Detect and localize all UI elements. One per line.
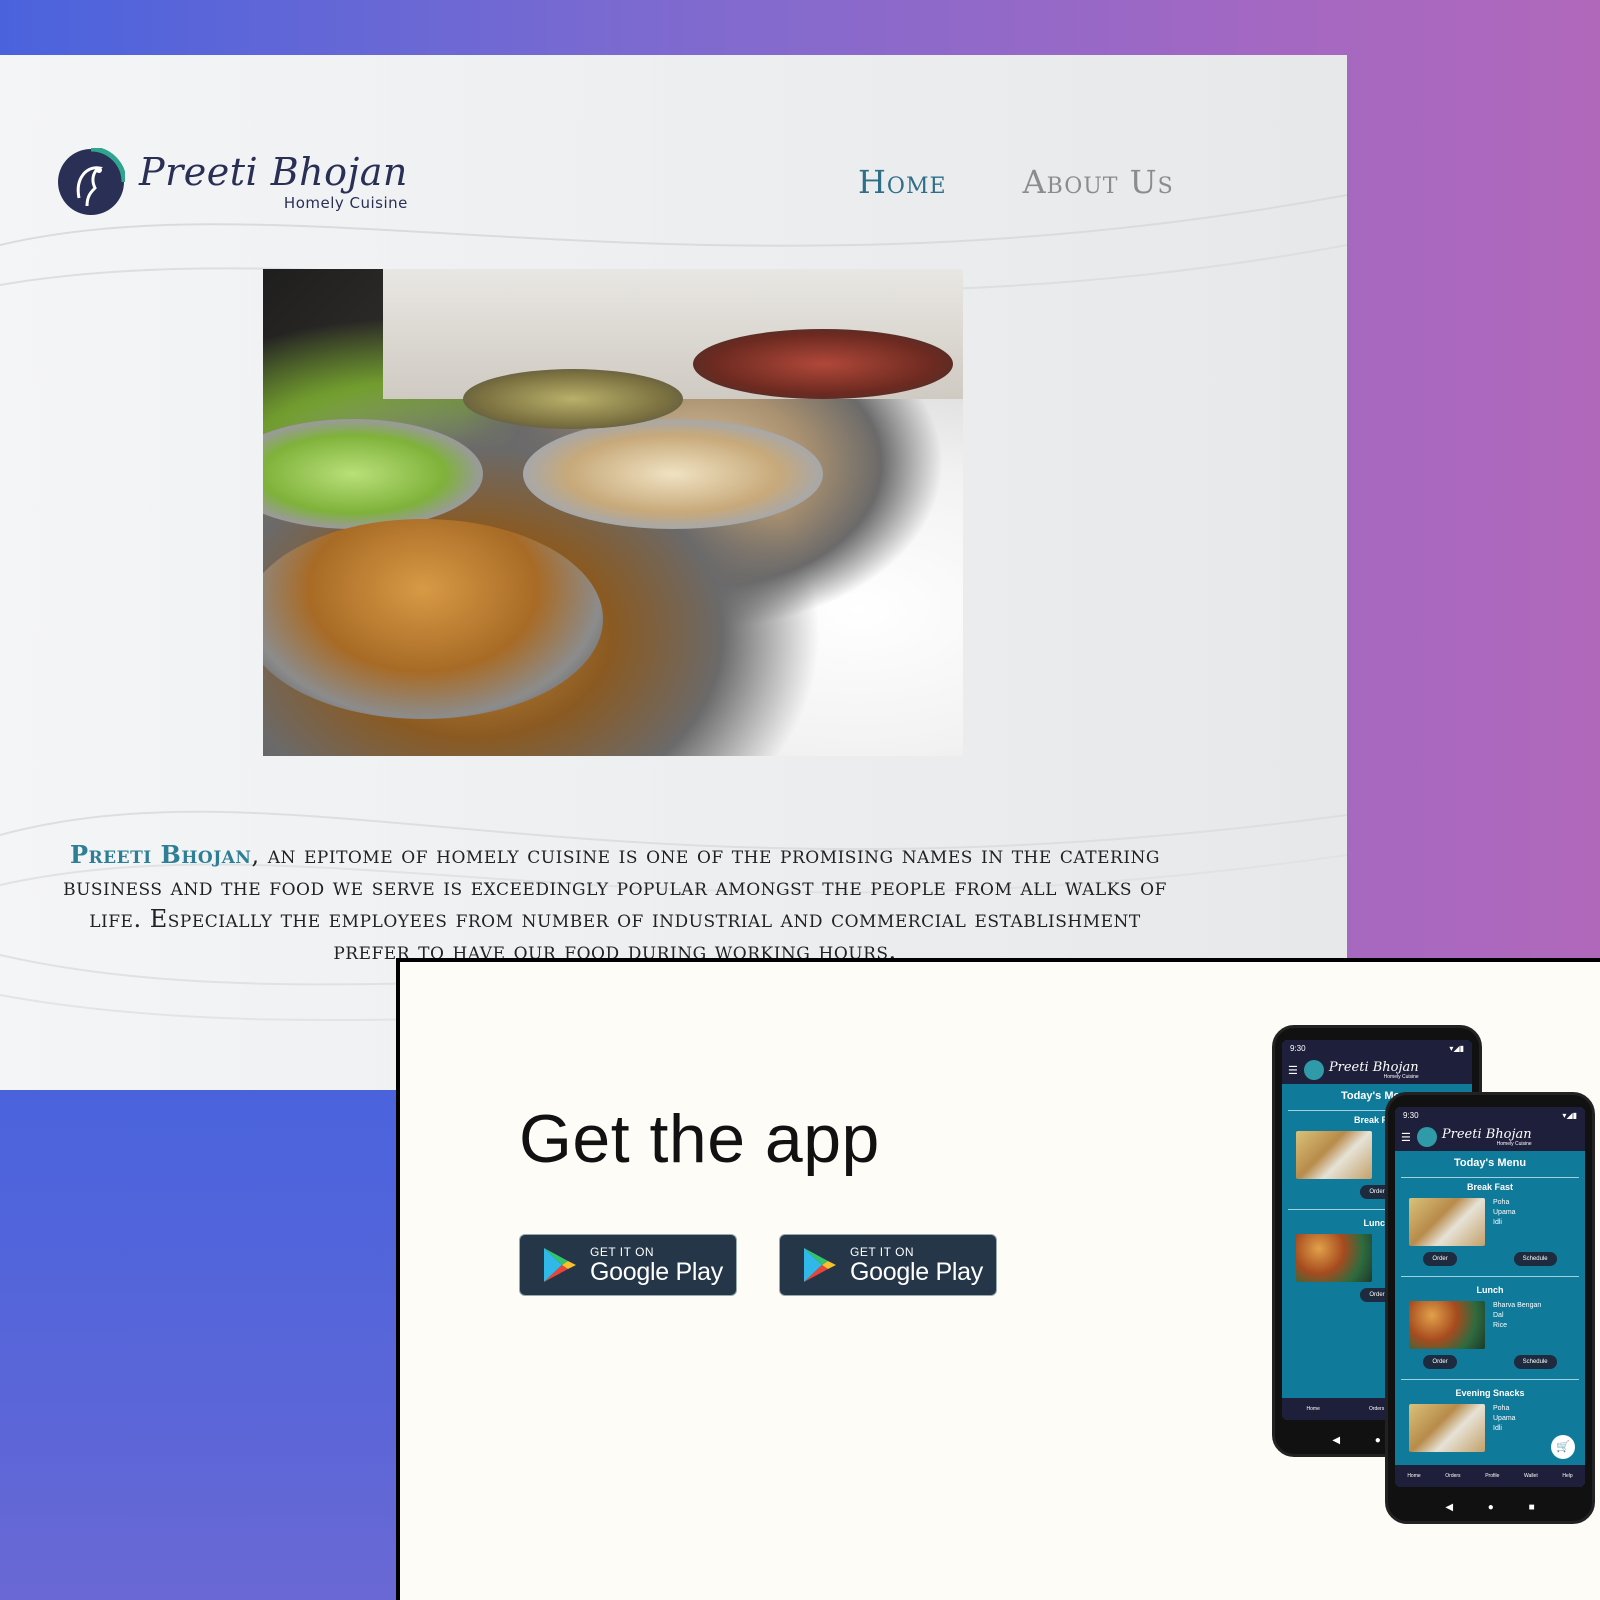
menu-icon: ☰ [1401, 1131, 1411, 1144]
food-thumb [1409, 1404, 1485, 1452]
website-preview: Preeti Bhojan Homely Cuisine Home About … [0, 55, 1347, 1090]
get-app-title: Get the app [519, 1101, 880, 1177]
cart-icon[interactable]: 🛒 [1551, 1435, 1575, 1459]
menu-items: Bharva Bengan Dal Rice [1493, 1302, 1542, 1329]
brand-name: Preeti Bhojan [69, 840, 252, 869]
gp-big-label: Google Play [850, 1258, 983, 1286]
nav-home-tab[interactable]: Home [1307, 1406, 1320, 1412]
nav-about-us[interactable]: About Us [1023, 163, 1174, 201]
menu-icon: ☰ [1288, 1064, 1298, 1077]
nav-home[interactable]: Home [858, 163, 947, 201]
app-logo-icon [1416, 1127, 1437, 1147]
gp-small-label: GET IT ON [850, 1245, 915, 1259]
schedule-button[interactable]: Schedule [1513, 1355, 1557, 1369]
nav-orders-tab[interactable]: Orders [1445, 1473, 1460, 1479]
menu-items: Poha Upama Idli [1493, 1199, 1516, 1226]
nav-help-tab[interactable]: Help [1562, 1473, 1572, 1479]
food-thumb [1409, 1301, 1485, 1349]
app-brand: Preeti Bhojan [1328, 1059, 1419, 1075]
order-button[interactable]: Order [1423, 1252, 1457, 1266]
gp-small-label: GET IT ON [590, 1245, 655, 1259]
nav-home-tab[interactable]: Home [1407, 1473, 1420, 1479]
menu-items: Poha Upama Idli [1493, 1405, 1516, 1432]
gp-big-label: Google Play [590, 1258, 723, 1286]
google-play-button-1[interactable]: GET IT ON Google Play [519, 1234, 737, 1296]
google-play-icon [804, 1248, 836, 1282]
food-thumb [1296, 1131, 1372, 1179]
nav-wallet-tab[interactable]: Wallet [1524, 1473, 1538, 1479]
phone-mockup-front: 9:30 ▾◢▮ ☰ Preeti Bhojan Homely Cuisine T… [1385, 1092, 1595, 1524]
food-thumb [1296, 1234, 1372, 1282]
section-title: Break Fast [1466, 1182, 1514, 1192]
section-title: Lunch [1476, 1285, 1504, 1295]
background-gradient-block [0, 1090, 400, 1600]
app-brand: Preeti Bhojan [1441, 1126, 1532, 1142]
food-thumb [1409, 1198, 1485, 1246]
google-play-icon [544, 1248, 576, 1282]
peacock-logo-icon [58, 148, 125, 215]
section-title: Evening Snacks [1455, 1388, 1525, 1398]
order-button[interactable]: Order [1423, 1355, 1457, 1369]
schedule-button[interactable]: Schedule [1513, 1252, 1557, 1266]
hero-image [263, 269, 963, 756]
todays-menu-title: Today's Menu [1401, 1151, 1579, 1178]
site-logo[interactable]: Preeti Bhojan Homely Cuisine [57, 148, 408, 216]
app-logo-icon [1303, 1060, 1324, 1080]
bottom-nav: Home Orders Profile Wallet Help [1395, 1465, 1585, 1487]
about-description: Preeti Bhojan, an epitome of homely cuis… [60, 839, 1170, 967]
google-play-button-2[interactable]: GET IT ON Google Play [779, 1234, 997, 1296]
logo-name: Preeti Bhojan [139, 149, 408, 194]
logo-tagline: Homely Cuisine [283, 193, 408, 212]
nav-orders-tab[interactable]: Orders [1369, 1406, 1384, 1412]
top-nav: Home About Us [858, 163, 1174, 201]
nav-profile-tab[interactable]: Profile [1485, 1473, 1499, 1479]
